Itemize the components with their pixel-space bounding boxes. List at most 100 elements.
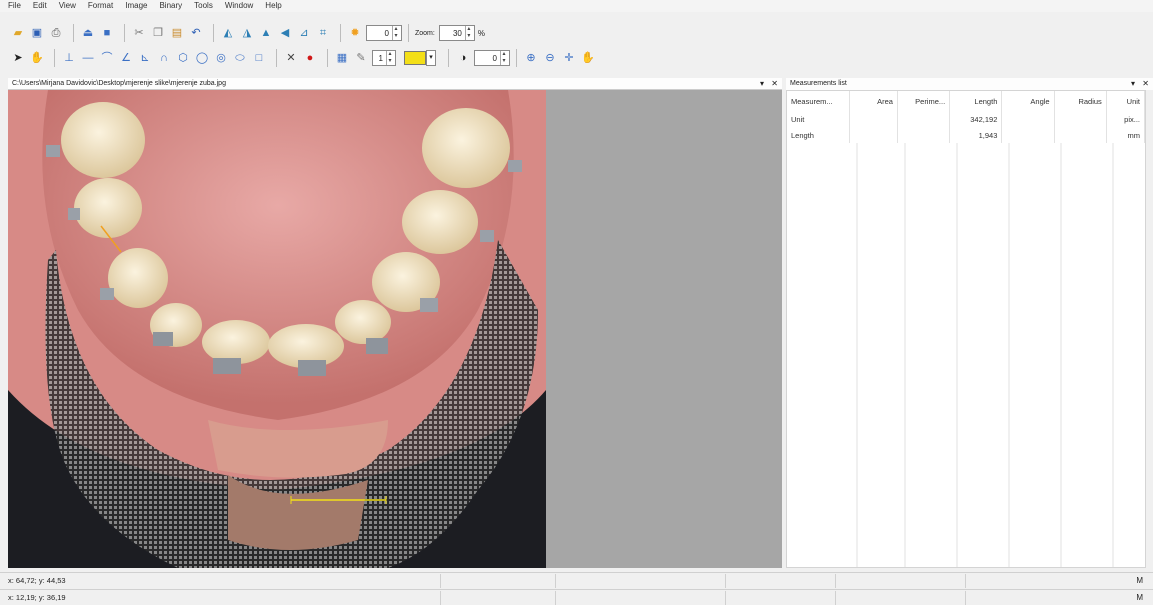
menu-tools[interactable]: Tools xyxy=(194,0,213,12)
measurements-title: Measurements list xyxy=(790,80,847,87)
menu-file[interactable]: File xyxy=(8,0,21,12)
angle-icon[interactable]: ∠ xyxy=(118,50,134,66)
resize-icon[interactable]: ⌗ xyxy=(315,25,331,41)
delete-icon[interactable]: ✕ xyxy=(283,50,299,66)
column-header-area[interactable]: Area xyxy=(849,91,898,111)
menu-binary[interactable]: Binary xyxy=(159,0,182,12)
ellipse-icon[interactable]: ⬭ xyxy=(232,50,248,66)
status-cell xyxy=(835,590,965,605)
stepper-arrows-icon[interactable]: ▴ ▾ xyxy=(386,51,393,65)
menu-edit[interactable]: Edit xyxy=(33,0,47,12)
pointer-icon[interactable]: ➤ xyxy=(10,50,26,66)
pen-width-icon[interactable]: ✎ xyxy=(353,50,369,66)
column-header-radius[interactable]: Radius xyxy=(1054,91,1107,111)
stepper-arrows-icon[interactable]: ▴ ▾ xyxy=(464,26,472,40)
pin-icon[interactable]: ▾ xyxy=(760,78,764,90)
undo-icon[interactable]: ↶ xyxy=(188,25,204,41)
table-row[interactable]: Length 1,943 mm xyxy=(787,127,1146,143)
status-cell xyxy=(965,590,1045,605)
rotate-left-icon[interactable]: ◭ xyxy=(220,25,236,41)
save-icon[interactable]: ▣ xyxy=(29,25,45,41)
cell-perimeter xyxy=(897,111,951,127)
zoom-in-icon[interactable]: ⊕ xyxy=(523,50,539,66)
scanner-icon[interactable]: ⏏ xyxy=(80,25,96,41)
print-icon[interactable]: ⎙ xyxy=(48,25,64,41)
point-icon[interactable]: ● xyxy=(302,50,318,66)
zoom-stepper[interactable]: 30 ▴ ▾ xyxy=(438,25,475,41)
cut-icon[interactable]: ✂ xyxy=(131,25,147,41)
menu-bar: File Edit View Format Image Binary Tools… xyxy=(0,0,1153,12)
status-cell xyxy=(555,573,725,588)
toolbar-separator xyxy=(54,49,55,67)
polyline-icon[interactable]: ⌒ xyxy=(99,50,115,66)
scale-bar-icon[interactable]: ▦ xyxy=(334,50,350,66)
menu-help[interactable]: Help xyxy=(265,0,281,12)
toolbar-separator xyxy=(124,24,125,42)
measurements-list[interactable]: Measurem... Area Perime... Length Angle … xyxy=(786,90,1146,568)
column-header-length[interactable]: Length xyxy=(949,91,1003,111)
status-cell xyxy=(725,590,835,605)
image-file-path: C:\Users\Mirjana Davidovic\Desktop\mjere… xyxy=(12,80,226,87)
calibrate-icon[interactable]: ⊥ xyxy=(61,50,77,66)
flip-vertical-icon[interactable]: ◀ xyxy=(277,25,293,41)
line-width-stepper[interactable]: 1 ▴ ▾ xyxy=(372,50,396,66)
dental-photo[interactable] xyxy=(8,90,546,568)
status-bar-primary: x: 64,72; y: 44,53 M xyxy=(0,572,1153,588)
cell-radius xyxy=(1054,111,1107,127)
toolbar-separator xyxy=(448,49,449,67)
column-header-measurement[interactable]: Measurem... xyxy=(787,91,850,111)
polygon-icon[interactable]: ⬡ xyxy=(175,50,191,66)
brightness-value: 0 xyxy=(384,28,389,38)
fit-window-icon[interactable]: ✛ xyxy=(561,50,577,66)
brightness-stepper[interactable]: 0 ▴ ▾ xyxy=(366,25,402,41)
contrast-icon[interactable]: ◑ xyxy=(455,50,471,66)
column-header-angle[interactable]: Angle xyxy=(1001,91,1055,111)
chevron-down-icon[interactable]: ▾ xyxy=(426,50,436,66)
column-header-unit[interactable]: Unit xyxy=(1106,91,1146,111)
menu-window[interactable]: Window xyxy=(225,0,253,12)
camera-icon[interactable]: ■ xyxy=(99,25,115,41)
perpendicular-icon[interactable]: ⊾ xyxy=(137,50,153,66)
zoom-out-icon[interactable]: ⊖ xyxy=(542,50,558,66)
concentric-circle-icon[interactable]: ◎ xyxy=(213,50,229,66)
status-cell xyxy=(440,590,555,605)
app-window: File Edit View Format Image Binary Tools… xyxy=(0,0,1153,605)
cell-area xyxy=(849,111,898,127)
stepper-arrows-icon[interactable]: ▴ ▾ xyxy=(500,51,507,65)
paste-icon[interactable]: ▤ xyxy=(169,25,185,41)
status-cell xyxy=(965,573,1045,588)
table-row[interactable]: Unit 342,192 pix... xyxy=(787,111,1146,127)
flip-horizontal-icon[interactable]: ▲ xyxy=(258,25,274,41)
brightness-icon[interactable]: ✹ xyxy=(347,25,363,41)
cell-unit: pix... xyxy=(1106,111,1146,127)
stepper-arrows-icon[interactable]: ▴ ▾ xyxy=(392,26,399,40)
cell-measurement: Unit xyxy=(787,111,850,127)
line-icon[interactable]: — xyxy=(80,50,96,66)
line-color-swatch[interactable] xyxy=(404,51,426,65)
arc-icon[interactable]: ∩ xyxy=(156,50,172,66)
pan-hand-icon[interactable]: ✋ xyxy=(29,50,45,66)
cell-area xyxy=(849,127,898,143)
open-folder-icon[interactable]: ▰ xyxy=(10,25,26,41)
toolbar-separator xyxy=(73,24,74,42)
menu-image[interactable]: Image xyxy=(125,0,147,12)
menu-view[interactable]: View xyxy=(59,0,76,12)
close-icon[interactable]: ✕ xyxy=(771,78,778,90)
rectangle-icon[interactable]: □ xyxy=(251,50,267,66)
pin-icon[interactable]: ▾ xyxy=(1131,78,1135,90)
cell-length: 1,943 xyxy=(949,127,1003,143)
contrast-stepper[interactable]: 0 ▴ ▾ xyxy=(474,50,510,66)
copy-icon[interactable]: ❐ xyxy=(150,25,166,41)
circle-icon[interactable]: ◯ xyxy=(194,50,210,66)
zoom-value: 30 xyxy=(452,28,462,38)
drawing-toolbar: ➤ ✋ ⊥ — ⌒ ∠ ⊾ ∩ ⬡ ◯ ◎ ⬭ □ ✕ ● ▦ ✎ 1 ▴ ▾ ▾ … xyxy=(0,47,700,69)
rotate-right-icon[interactable]: ◮ xyxy=(239,25,255,41)
menu-format[interactable]: Format xyxy=(88,0,113,12)
image-canvas[interactable] xyxy=(8,90,782,568)
image-panel-title: C:\Users\Mirjana Davidovic\Desktop\mjere… xyxy=(8,78,782,90)
toolbar-separator xyxy=(408,24,409,42)
pan-icon[interactable]: ✋ xyxy=(580,50,596,66)
column-header-perimeter[interactable]: Perime... xyxy=(897,91,951,111)
crop-icon[interactable]: ⊿ xyxy=(296,25,312,41)
close-icon[interactable]: ✕ xyxy=(1142,78,1149,90)
